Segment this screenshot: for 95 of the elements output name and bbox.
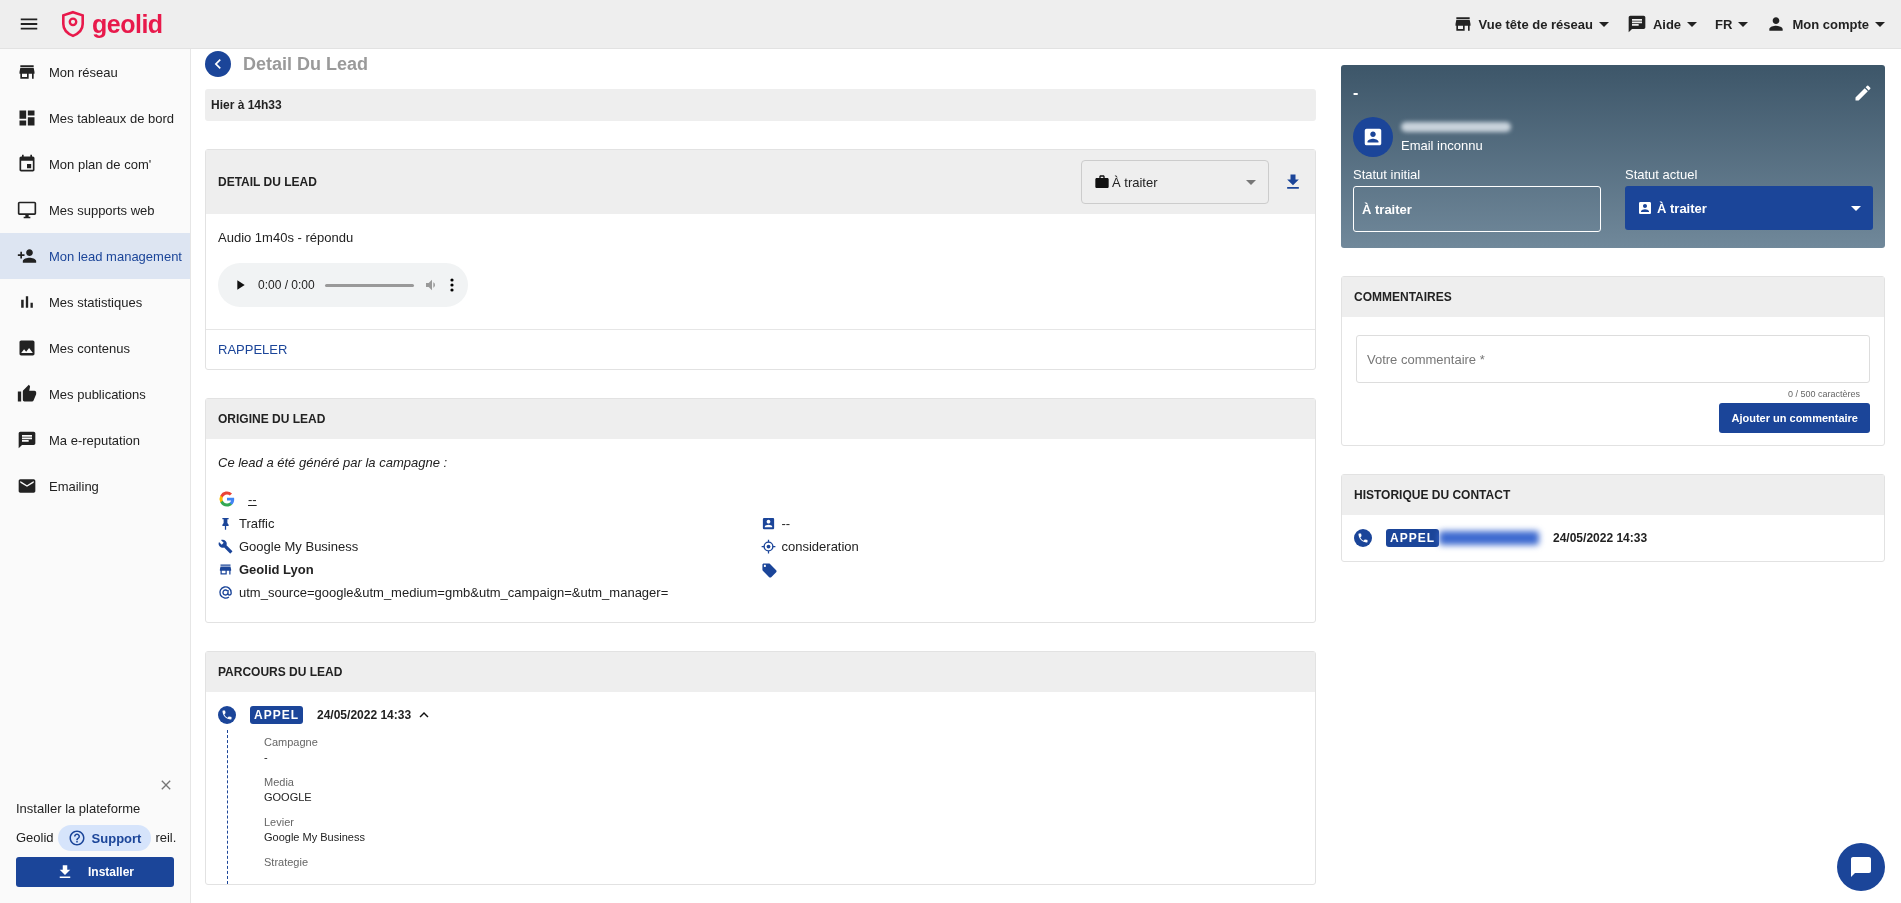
contact-icon <box>1362 126 1384 148</box>
briefcase-icon <box>1094 174 1110 190</box>
help-icon <box>67 829 86 847</box>
install-text: Installer la plateforme <box>16 800 142 818</box>
field-label: Statut actuel <box>1625 167 1699 182</box>
sidebar-item[interactable]: Mes publications <box>0 371 190 417</box>
caret-icon <box>1738 21 1749 27</box>
origin-value: Geolid Lyon <box>239 562 314 577</box>
header-menu[interactable]: FR <box>1715 16 1749 32</box>
page-title: Detail Du Lead <box>243 53 369 75</box>
pencil-icon <box>1853 83 1873 103</box>
mail-icon <box>17 476 37 496</box>
contact-icon <box>760 516 776 531</box>
sidebar-item[interactable]: Emailing <box>0 463 190 509</box>
header-menu[interactable]: Mon compte <box>1766 14 1885 34</box>
sidebar-item[interactable]: Mes supports web <box>0 187 190 233</box>
edit-button[interactable] <box>1853 83 1873 103</box>
sidebar-item[interactable]: Mes contenus <box>0 325 190 371</box>
audio-time: 0:00 / 0:00 <box>258 278 315 292</box>
header-menu[interactable]: Aide <box>1626 14 1698 34</box>
current-status-select[interactable]: À traiter <box>1625 186 1873 230</box>
chat-icon <box>17 430 37 450</box>
brand-name: geolid <box>92 9 163 39</box>
sidebar-item[interactable]: Ma e-reputation <box>0 417 190 463</box>
store-icon <box>218 562 233 577</box>
calendar-icon <box>17 154 37 174</box>
origin-value: Traffic <box>239 516 275 531</box>
tag-icon <box>760 562 778 579</box>
section-title: DETAIL DU LEAD <box>218 175 317 189</box>
caret-icon <box>1851 205 1861 211</box>
back-button[interactable] <box>205 51 231 77</box>
callback-link[interactable]: RAPPELER <box>206 330 300 369</box>
comment-field[interactable]: Votre commentaire * <box>1356 335 1870 383</box>
origin-value: utm_source=google&utm_medium=gmb&utm_campaign=&utm_manager= <box>239 585 669 600</box>
field-label: Campagne <box>264 736 319 748</box>
contact-icon <box>1637 200 1653 216</box>
contact-name: - <box>1353 84 1359 102</box>
event-date: 24/05/2022 14:33 <box>317 708 412 722</box>
sidebar-item[interactable]: Mes statistiques <box>0 279 190 325</box>
origin-value: -- <box>781 516 791 531</box>
field-value: - <box>264 751 269 764</box>
event-badge: APPEL <box>250 706 303 724</box>
campaign-intro: Ce lead a été généré par la campagne : <box>218 455 449 470</box>
caret-icon <box>1598 21 1609 27</box>
field-label: Levier <box>264 816 295 828</box>
event-badge: APPEL <box>1386 529 1439 547</box>
field-label: Strategie <box>264 856 310 868</box>
section-title: COMMENTAIRES <box>1354 290 1452 304</box>
at-sign-icon <box>218 585 233 600</box>
event-date: 24/05/2022 14:33 <box>1553 531 1648 545</box>
sidebar-item[interactable]: Mon réseau <box>0 49 190 95</box>
chat-button[interactable] <box>1837 843 1885 891</box>
field-label: Media <box>264 776 295 788</box>
target-icon <box>760 539 776 554</box>
caret-icon <box>1875 21 1885 27</box>
sidebar-item[interactable]: Mes tableaux de bord <box>0 95 190 141</box>
field-value: GOOGLE <box>264 791 313 804</box>
campaign-name: -- <box>248 491 257 507</box>
header-menu[interactable]: Vue tête de réseau <box>1452 14 1609 34</box>
status-select[interactable]: À traiter <box>1081 160 1269 204</box>
shield-pin-icon <box>60 10 86 38</box>
section-title: HISTORIQUE DU CONTACT <box>1354 488 1511 502</box>
image-icon <box>17 338 37 358</box>
origin-value: consideration <box>781 539 859 554</box>
person-add-icon <box>17 246 37 266</box>
install-text: Geolid <box>16 829 54 847</box>
field-value: Google My Business <box>264 831 366 844</box>
audio-track[interactable] <box>324 283 414 287</box>
audio-player[interactable]: 0:00 / 0:00 <box>218 263 468 307</box>
dashboard-icon <box>17 108 37 128</box>
field-label: Statut initial <box>1353 167 1422 182</box>
wrench-icon <box>218 539 233 554</box>
add-comment-button[interactable]: Ajouter un commentaire <box>1719 403 1870 433</box>
google-g-icon <box>218 490 236 508</box>
thumbs-up-icon <box>17 384 37 404</box>
caret-icon <box>1687 21 1698 27</box>
support-button[interactable]: Support <box>57 825 152 851</box>
sidebar-item[interactable]: Mon plan de com' <box>0 141 190 187</box>
section-title: PARCOURS DU LEAD <box>218 665 343 679</box>
date-bar: Hier à 14h33 <box>205 89 1316 121</box>
install-text: reil. <box>155 829 177 847</box>
origin-value: Google My Business <box>239 539 359 554</box>
install-button[interactable]: Installer <box>16 857 174 887</box>
audio-label: Audio 1m40s - répondu <box>218 230 355 245</box>
sidebar-item[interactable]: Mon lead management <box>0 233 190 279</box>
more-icon <box>450 278 454 292</box>
monitor-icon <box>17 200 37 220</box>
chat-icon <box>1626 14 1647 34</box>
section-title: ORIGINE DU LEAD <box>218 412 326 426</box>
chat-bubble-icon <box>1849 855 1873 879</box>
caret-icon <box>1246 179 1256 185</box>
character-counter: 0 / 500 caractères <box>1787 389 1860 399</box>
initial-status-field: À traiter <box>1353 186 1601 232</box>
contact-email: Email inconnu <box>1401 137 1484 153</box>
store-icon <box>17 62 37 82</box>
